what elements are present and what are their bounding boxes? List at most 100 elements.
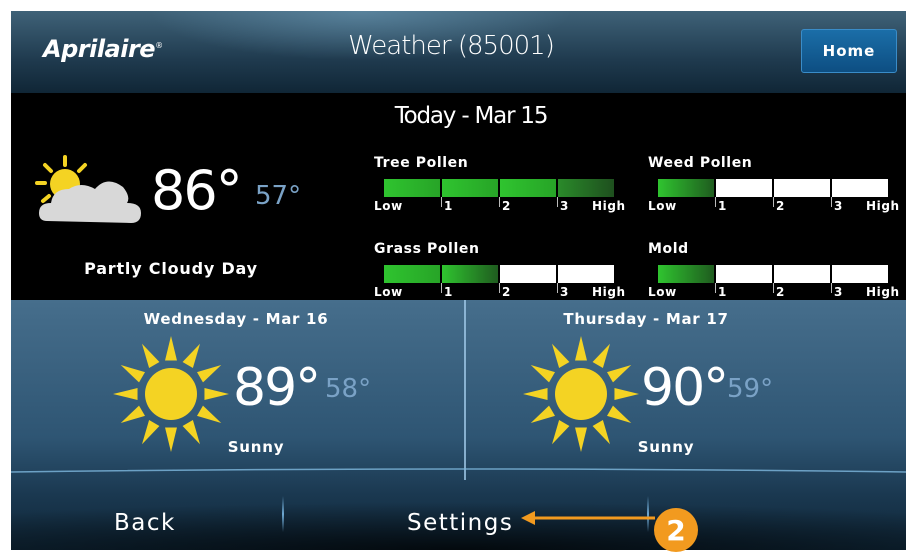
gauge-segment	[384, 265, 440, 283]
today-low-temp: 57°	[255, 181, 302, 211]
gauge-tick	[773, 197, 774, 207]
sun-ray	[530, 365, 555, 383]
forecast-day-title: Thursday - Mar 17	[563, 310, 729, 328]
forecast-panel: Wednesday - Mar 16 89° 58° Sunny Thursda…	[11, 300, 906, 550]
back-button[interactable]: Back	[114, 510, 176, 536]
sun-ray	[142, 343, 160, 368]
gauge-tick	[831, 197, 832, 207]
gauge-title: Grass Pollen	[374, 241, 480, 257]
gauge-segment	[774, 265, 830, 283]
forecast-low-temp: 58°	[325, 374, 372, 404]
gauge-tick	[715, 197, 716, 207]
thermostat-screen: Aprilaire® Weather (85001) Home Today - …	[11, 11, 906, 550]
mold-gauge: Mold Low 1 2 3 High	[648, 241, 900, 301]
gauge-scale-label: 3	[560, 199, 569, 213]
gauge-segment	[658, 265, 714, 283]
sun-ray	[120, 365, 145, 383]
nav-separator	[282, 496, 284, 532]
gauge-tick	[831, 283, 832, 293]
gauge-segment	[832, 265, 888, 283]
aprilaire-logo: Aprilaire®	[43, 35, 163, 63]
gauge-segment	[716, 179, 772, 197]
forecast-high-temp: 90°	[641, 358, 729, 418]
tree-pollen-gauge: Tree Pollen Low 1 2 3 High	[374, 155, 626, 215]
gauge-segment	[658, 179, 714, 197]
gauge-tick	[441, 197, 442, 207]
sun-ray	[607, 405, 632, 423]
sun-ray	[165, 336, 177, 361]
gauge-tick	[715, 283, 716, 293]
sun-ray	[204, 388, 229, 400]
today-date: Today - Mar 15	[394, 103, 549, 129]
callout-arrow	[521, 511, 655, 525]
forecast-low-temp: 59°	[727, 374, 774, 404]
gauge-segment	[774, 179, 830, 197]
gauge-tick	[499, 197, 500, 207]
weed-pollen-gauge: Weed Pollen Low 1 2 3 High	[648, 155, 900, 215]
sun-ray	[530, 405, 555, 423]
sun-ray	[592, 343, 610, 368]
gauge-scale-label: 3	[834, 285, 843, 299]
gauge-segment	[500, 179, 556, 197]
gauge-scale-label: 2	[502, 285, 511, 299]
sun-ray	[552, 343, 570, 368]
gauge-title: Mold	[648, 241, 689, 257]
gauge-title: Tree Pollen	[374, 155, 469, 171]
gauge-scale-label: Low	[374, 285, 403, 299]
sun-ray	[197, 405, 222, 423]
page-title: Weather (85001)	[348, 31, 555, 61]
gauge-tick	[499, 283, 500, 293]
gauge-scale-label: 1	[718, 285, 727, 299]
grass-pollen-gauge: Grass Pollen Low 1 2 3 High	[374, 241, 626, 301]
forecast-high-temp: 89°	[233, 358, 321, 418]
gauge-scale-label: High	[592, 199, 626, 213]
gauge-scale-label: 1	[444, 285, 453, 299]
gauge-scale-label: High	[866, 199, 900, 213]
today-high-temp: 86°	[151, 159, 243, 222]
gauge-tick	[773, 283, 774, 293]
sun-ray	[575, 336, 587, 361]
forecast-condition: Sunny	[637, 438, 695, 456]
gauge-scale-label: 2	[502, 199, 511, 213]
sun-ray	[182, 343, 200, 368]
today-condition: Partly Cloudy Day	[84, 259, 258, 278]
sun-ray	[197, 365, 222, 383]
settings-button[interactable]: Settings	[407, 510, 513, 536]
gauge-scale-label: Low	[374, 199, 403, 213]
gauge-scale-label: 1	[718, 199, 727, 213]
gauge-scale-label: Low	[648, 199, 677, 213]
gauge-segment	[442, 265, 498, 283]
header-bar: Aprilaire® Weather (85001) Home	[11, 11, 906, 93]
home-button[interactable]: Home	[801, 29, 897, 73]
gauge-scale-label: High	[592, 285, 626, 299]
gauge-segment	[384, 179, 440, 197]
gauge-segment	[832, 179, 888, 197]
sun-ray	[113, 388, 138, 400]
today-panel: Today - Mar 15 86° 57° Partly Cloudy Day…	[11, 93, 906, 300]
partly-cloudy-icon	[35, 155, 141, 223]
sun-icon	[113, 336, 229, 452]
sun-ray	[614, 388, 639, 400]
forecast-day-title: Wednesday - Mar 16	[143, 310, 329, 328]
gauge-title: Weed Pollen	[648, 155, 753, 171]
gauge-scale-label: High	[866, 285, 900, 299]
sun-ray	[120, 405, 145, 423]
forecast-condition: Sunny	[227, 438, 285, 456]
gauge-scale-label: 2	[776, 285, 785, 299]
nav-bar-edge	[11, 468, 906, 473]
sun-ray	[523, 388, 548, 400]
gauge-tick	[557, 283, 558, 293]
gauge-scale-label: 1	[444, 199, 453, 213]
sun-ray	[142, 420, 160, 445]
gauge-segment	[558, 265, 614, 283]
gauge-scale-label: 2	[776, 199, 785, 213]
sun-ray	[607, 365, 632, 383]
callout-number-badge: 2	[654, 508, 698, 552]
sun-ray	[552, 420, 570, 445]
gauge-scale-label: 3	[834, 199, 843, 213]
sun-icon	[523, 336, 639, 452]
sun-ray	[165, 427, 177, 452]
gauge-segment	[500, 265, 556, 283]
sun-ray	[575, 427, 587, 452]
gauge-segment	[442, 179, 498, 197]
